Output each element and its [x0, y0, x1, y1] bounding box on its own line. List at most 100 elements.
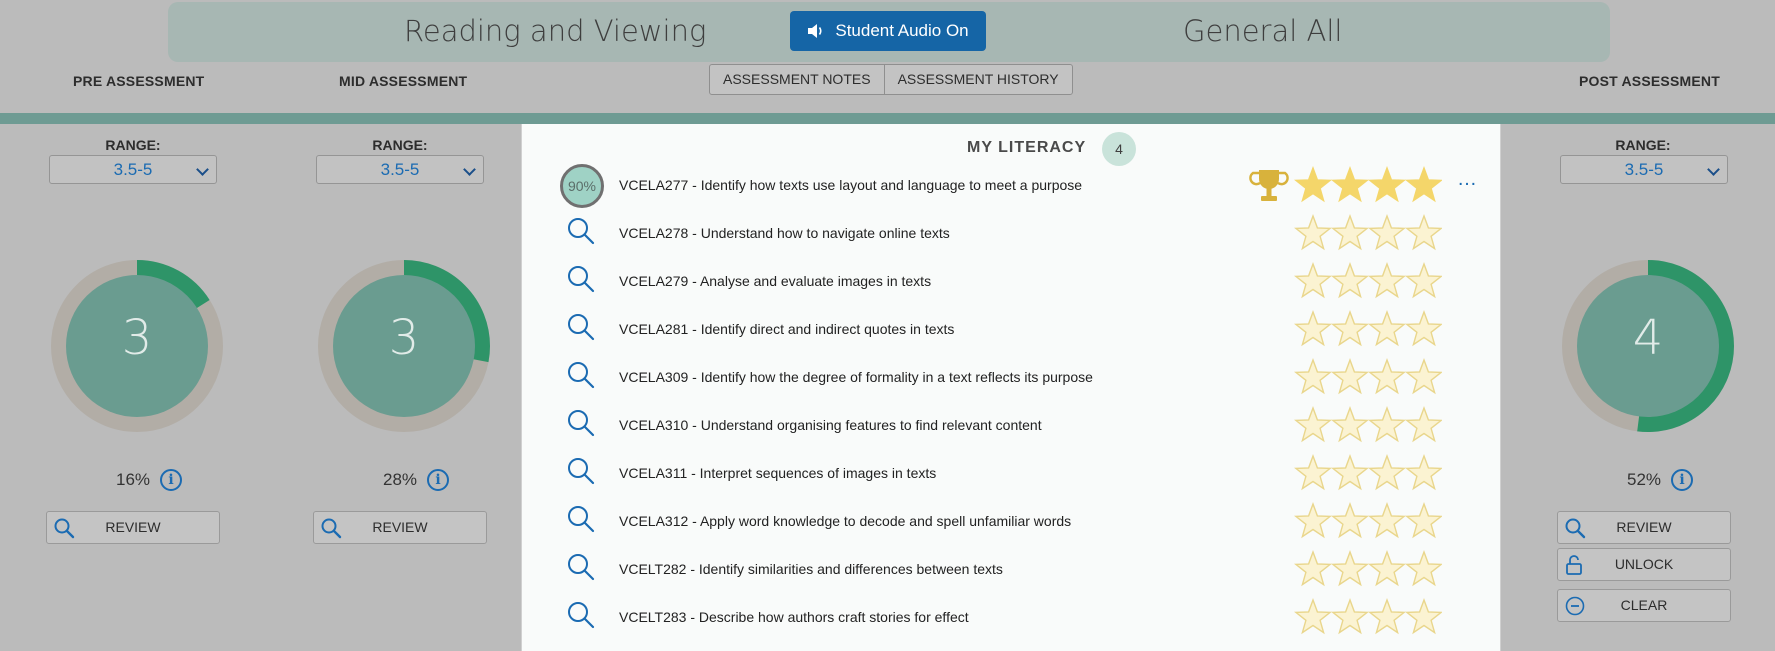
star-empty-icon [1404, 405, 1442, 443]
skill-row[interactable]: VCELA311 - Interpret sequences of images… [522, 450, 1502, 498]
star-filled-icon [1294, 165, 1333, 203]
star-empty-icon [1330, 309, 1370, 347]
star-empty-icon [1330, 549, 1370, 587]
post-assessment-column: RANGE: 3.5-5 4 52% i REVIEW UNLOCK CLEAR [1518, 124, 1768, 651]
skill-row[interactable]: VCELA281 - Identify direct and indirect … [522, 306, 1502, 354]
post-review-button[interactable]: REVIEW [1557, 511, 1731, 544]
subject-banner: Reading and Viewing Student Audio On Gen… [168, 2, 1610, 62]
mid-level-value: 3 [388, 310, 420, 366]
mid-percent-row: 28% i [383, 469, 450, 491]
pre-assessment-column: RANGE: 3.5-5 3 16% i REVIEW [8, 124, 258, 651]
skill-row[interactable]: VCELT283 - Describe how authors craft st… [522, 594, 1502, 642]
clear-label: CLEAR [1620, 597, 1668, 613]
search-icon[interactable] [560, 596, 604, 640]
clear-button[interactable]: CLEAR [1557, 589, 1731, 622]
skill-row[interactable]: VCELA310 - Understand organising feature… [522, 402, 1502, 450]
star-empty-icon [1330, 213, 1370, 251]
chevron-down-icon [463, 163, 476, 176]
star-empty-icon [1367, 405, 1407, 443]
star-rating [1294, 405, 1442, 443]
star-empty-icon [1404, 357, 1442, 395]
star-empty-icon [1404, 597, 1442, 635]
star-empty-icon [1330, 453, 1370, 491]
chevron-down-icon [1707, 163, 1720, 176]
star-empty-icon [1294, 453, 1333, 491]
subject-strand-title: Reading and Viewing [404, 14, 707, 48]
mid-assessment-label: MID ASSESSMENT [339, 73, 468, 89]
star-empty-icon [1294, 213, 1333, 251]
post-range-value: 3.5-5 [1624, 160, 1664, 179]
panel-title: MY LITERACY [967, 139, 1087, 156]
star-empty-icon [1330, 357, 1370, 395]
student-audio-button[interactable]: Student Audio On [790, 11, 986, 51]
star-filled-icon [1367, 165, 1407, 203]
star-rating [1294, 165, 1442, 203]
search-icon[interactable] [560, 260, 604, 304]
star-empty-icon [1404, 213, 1442, 251]
skill-row[interactable]: VCELA278 - Understand how to navigate on… [522, 210, 1502, 258]
star-empty-icon [1294, 309, 1333, 347]
star-empty-icon [1367, 213, 1407, 251]
unlock-label: UNLOCK [1614, 556, 1674, 572]
mid-level-gauge: 3 [318, 260, 490, 432]
skill-label: VCELA281 - Identify direct and indirect … [619, 321, 955, 337]
skill-row[interactable]: VCELA279 - Analyse and evaluate images i… [522, 258, 1502, 306]
pre-range-label: RANGE: [105, 137, 161, 153]
search-icon[interactable] [560, 500, 604, 544]
search-icon[interactable] [560, 404, 604, 448]
info-icon[interactable]: i [1671, 469, 1694, 491]
pre-range-select[interactable]: 3.5-5 [49, 155, 217, 184]
mid-range-select[interactable]: 3.5-5 [316, 155, 484, 184]
star-rating [1294, 357, 1442, 395]
chevron-down-icon [196, 163, 209, 176]
panel-count-badge: 4 [1102, 132, 1136, 166]
mastery-percent-badge: 90% [560, 164, 604, 208]
star-rating [1294, 597, 1442, 635]
star-empty-icon [1330, 501, 1370, 539]
post-percent-row: 52% i [1627, 469, 1694, 491]
skill-row[interactable]: 90% VCELA277 - Identify how texts use lay… [522, 162, 1502, 210]
pre-range-value: 3.5-5 [113, 160, 153, 179]
post-review-label: REVIEW [1616, 519, 1672, 535]
skill-label: VCELA312 - Apply word knowledge to decod… [619, 513, 1072, 529]
mid-review-label: REVIEW [372, 519, 428, 535]
skill-row[interactable]: VCELA309 - Identify how the degree of fo… [522, 354, 1502, 402]
post-percent: 52% [1627, 470, 1662, 489]
assessment-notes-button[interactable]: ASSESSMENT NOTES [710, 65, 884, 94]
star-empty-icon [1294, 261, 1333, 299]
search-icon[interactable] [560, 548, 604, 592]
post-range-select[interactable]: 3.5-5 [1560, 155, 1728, 184]
search-icon[interactable] [560, 356, 604, 400]
info-icon[interactable]: i [160, 469, 183, 491]
star-empty-icon [1367, 453, 1407, 491]
mid-range-value: 3.5-5 [380, 160, 420, 179]
post-level-gauge: 4 [1562, 260, 1734, 432]
assessment-history-button[interactable]: ASSESSMENT HISTORY [883, 65, 1072, 94]
post-assessment-label: POST ASSESSMENT [1579, 73, 1720, 89]
ellipsis-icon[interactable]: … [1457, 168, 1478, 191]
search-icon[interactable] [560, 308, 604, 352]
pre-assessment-label: PRE ASSESSMENT [73, 73, 205, 89]
mid-review-button[interactable]: REVIEW [313, 511, 487, 544]
post-level-value: 4 [1632, 310, 1664, 366]
student-audio-label: Student Audio On [835, 21, 969, 40]
skill-label: VCELA311 - Interpret sequences of images… [619, 465, 937, 481]
skill-label: VCELA309 - Identify how the degree of fo… [619, 369, 1093, 385]
search-icon[interactable] [560, 212, 604, 256]
search-icon[interactable] [560, 452, 604, 496]
star-empty-icon [1294, 357, 1333, 395]
divider-band [0, 113, 1775, 124]
info-icon[interactable]: i [427, 469, 450, 491]
skill-row[interactable]: VCELT282 - Identify similarities and dif… [522, 546, 1502, 594]
skill-row[interactable]: VCELA312 - Apply word knowledge to decod… [522, 498, 1502, 546]
star-empty-icon [1294, 549, 1333, 587]
star-empty-icon [1367, 261, 1407, 299]
star-empty-icon [1330, 597, 1370, 635]
star-empty-icon [1367, 357, 1407, 395]
my-literacy-panel: MY LITERACY 4 90% VCELA277 - Identify how… [521, 124, 1501, 651]
star-empty-icon [1404, 309, 1442, 347]
skill-label: VCELT283 - Describe how authors craft st… [619, 609, 969, 625]
star-empty-icon [1367, 501, 1407, 539]
pre-review-button[interactable]: REVIEW [46, 511, 220, 544]
unlock-button[interactable]: UNLOCK [1557, 548, 1731, 581]
